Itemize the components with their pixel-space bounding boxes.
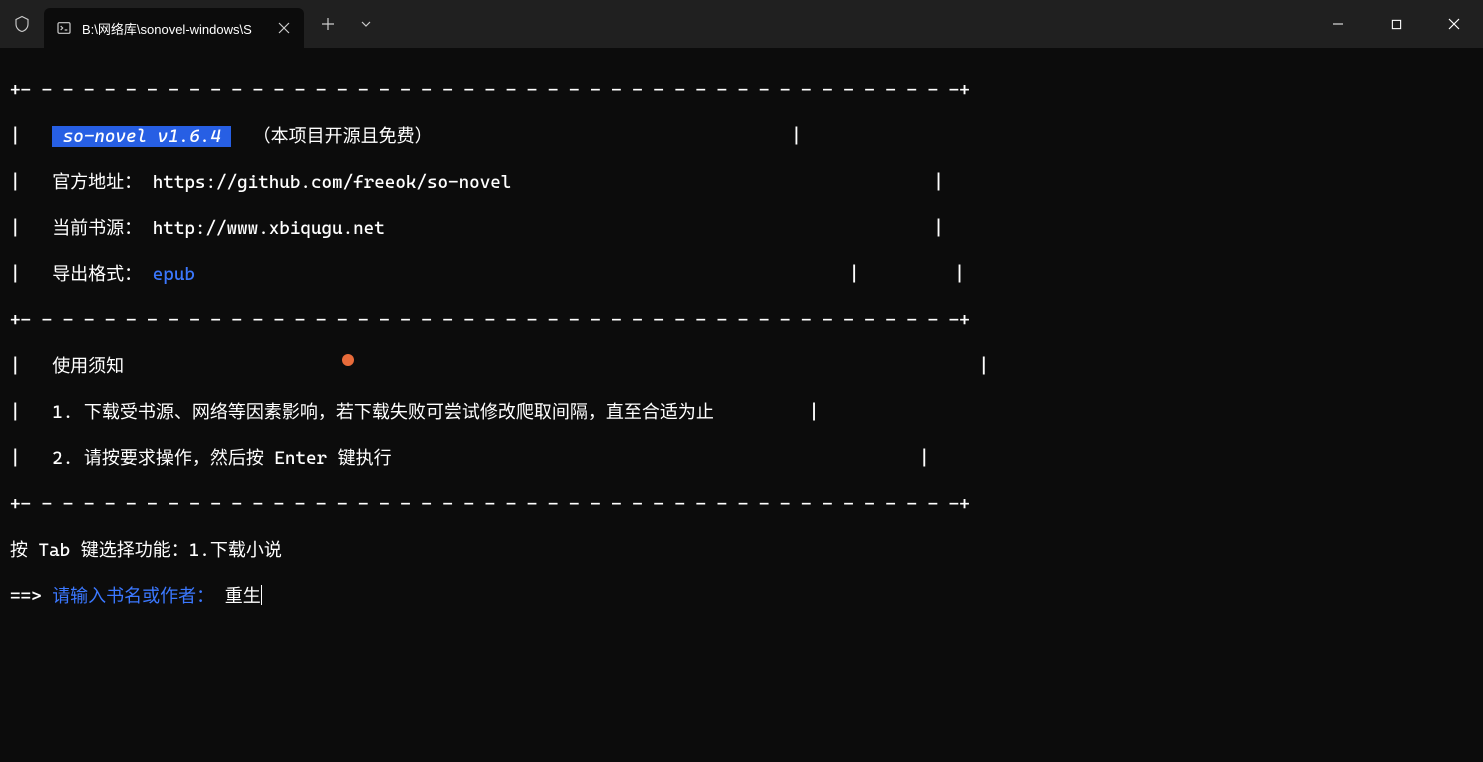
app-shield-icon	[0, 15, 44, 33]
app-version: so-novel v1.6.4	[63, 126, 221, 147]
prompt-arrow: ==>	[10, 586, 52, 607]
project-note: （本项目开源且免费）	[253, 126, 433, 147]
window-controls	[1309, 0, 1483, 48]
text-cursor	[261, 585, 262, 605]
tab-select-line: 按 Tab 键选择功能：1.下载小说	[10, 539, 1473, 562]
terminal-tab[interactable]: B:\网络库\sonovel-windows\S	[44, 8, 304, 48]
new-tab-button[interactable]	[308, 4, 348, 44]
maximize-button[interactable]	[1367, 0, 1425, 48]
format-value: epub	[142, 264, 195, 285]
minimize-button[interactable]	[1309, 0, 1367, 48]
close-window-button[interactable]	[1425, 0, 1483, 48]
titlebar: B:\网络库\sonovel-windows\S	[0, 0, 1483, 48]
tab-close-button[interactable]	[272, 16, 296, 40]
usage-line-2: | 2. 请按要求操作，然后按 Enter 键执行 |	[10, 447, 1473, 470]
source-url: http://www.xbiqugu.net	[142, 218, 385, 239]
usage-line-1: | 1. 下载受书源、网络等因素影响，若下载失败可尝试修改爬取间隔，直至合适为止…	[10, 401, 1473, 424]
cursor-pointer-indicator	[342, 354, 354, 366]
input-label: 请输入书名或作者：	[52, 586, 214, 607]
format-label: 导出格式：	[52, 264, 142, 285]
banner-line-format: | 导出格式： epub | |	[10, 263, 1473, 286]
input-prompt-line: ==> 请输入书名或作者： 重生	[10, 585, 1473, 608]
banner-line-source: | 当前书源： http://www.xbiqugu.net |	[10, 217, 1473, 240]
border-top: +- - - - - - - - - - - - - - - - - - - -…	[10, 79, 1473, 102]
banner-line-version: | so-novel v1.6.4 （本项目开源且免费） |	[10, 125, 1473, 148]
terminal-output[interactable]: +- - - - - - - - - - - - - - - - - - - -…	[0, 48, 1483, 639]
usage-title: 使用须知	[52, 356, 124, 377]
usage-title-line: | 使用须知 |	[10, 355, 1473, 378]
source-label: 当前书源：	[52, 218, 142, 239]
border-mid: +- - - - - - - - - - - - - - - - - - - -…	[10, 309, 1473, 332]
official-label: 官方地址：	[52, 172, 142, 193]
terminal-icon	[56, 20, 72, 36]
tab-dropdown-button[interactable]	[348, 4, 384, 44]
border-bottom: +- - - - - - - - - - - - - - - - - - - -…	[10, 493, 1473, 516]
banner-line-official: | 官方地址： https://github.com/freeok/so-nov…	[10, 171, 1473, 194]
tab-title: B:\网络库\sonovel-windows\S	[82, 19, 272, 38]
input-value[interactable]: 重生	[214, 586, 261, 607]
official-url: https://github.com/freeok/so-novel	[142, 172, 511, 193]
